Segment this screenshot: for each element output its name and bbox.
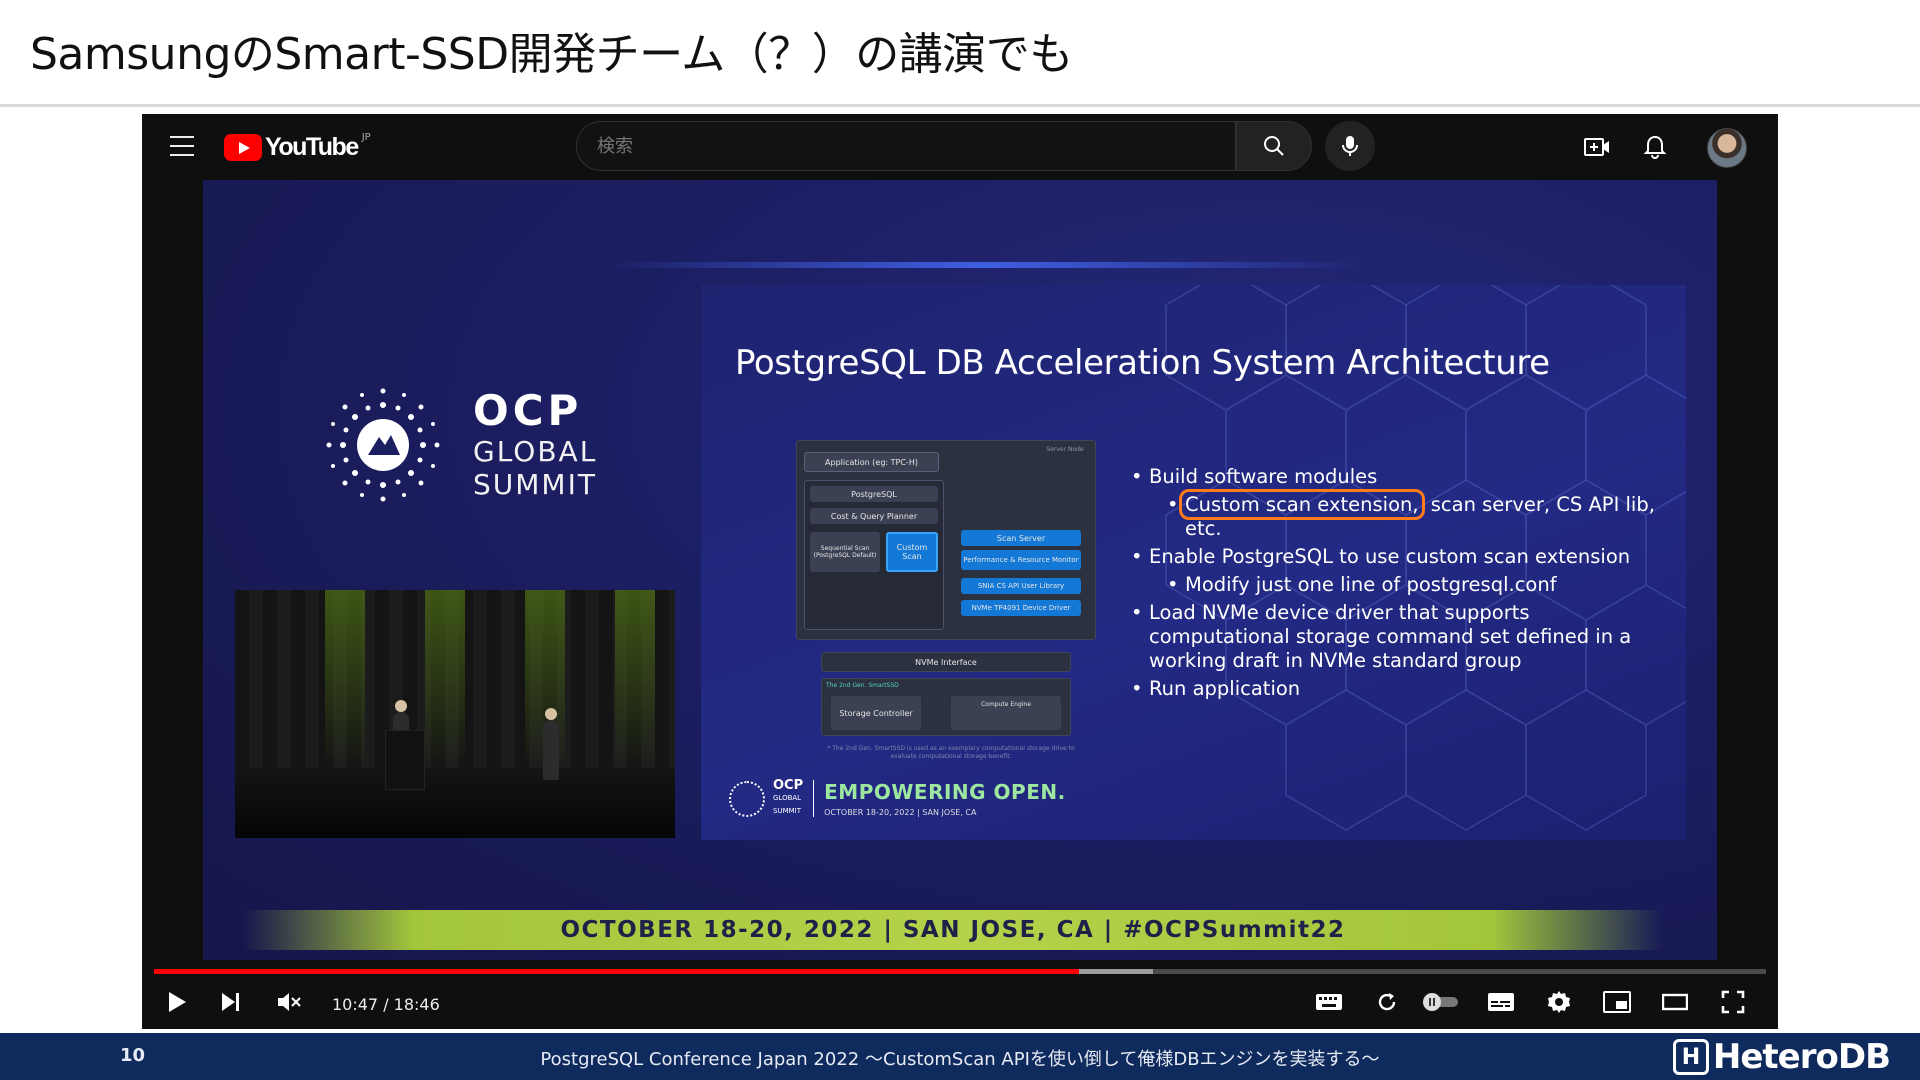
ocp-summit-wordmark: OCP GLOBAL SUMMIT xyxy=(473,386,597,501)
video-player[interactable]: OCP GLOBAL SUMMIT PostgreSQL DB Accelera… xyxy=(203,180,1717,960)
settings-button[interactable] xyxy=(1542,986,1576,1018)
mute-button[interactable] xyxy=(272,986,306,1018)
youtube-play-logo-icon xyxy=(224,133,262,161)
progress-bar[interactable] xyxy=(154,969,1766,974)
planner-box: Cost & Query Planner xyxy=(810,508,938,524)
compute-engine-box: Compute Engine xyxy=(951,696,1061,730)
snia-lib-box: SNIA CS API User Library xyxy=(961,578,1081,594)
ocp-brand: OCP xyxy=(473,386,583,435)
summit-banner-text: OCTOBER 18-20, 2022 | SAN JOSE, CA | #OC… xyxy=(560,917,1346,943)
custom-scan-box: Custom Scan xyxy=(886,532,938,572)
nvme-driver-box: NVMe TP4091 Device Driver xyxy=(961,600,1081,616)
slide-title: SamsungのSmart-SSD開発チーム（？）の講演でも xyxy=(30,29,1073,80)
play-button[interactable] xyxy=(160,986,194,1018)
scan-server-box: Scan Server xyxy=(961,530,1081,546)
heterodb-logo: H HeteroDB xyxy=(1672,1037,1891,1077)
perf-monitor-box: Performance & Resource Monitor xyxy=(961,550,1081,570)
footer-date: OCTOBER 18-20, 2022 | SAN JOSE, CA xyxy=(824,808,977,817)
create-video-icon[interactable] xyxy=(1582,132,1612,162)
architecture-title: PostgreSQL DB Acceleration System Archit… xyxy=(735,343,1550,383)
server-node-label: Server Node xyxy=(1046,445,1084,453)
bell-icon[interactable] xyxy=(1640,132,1670,162)
voice-search-button[interactable] xyxy=(1325,121,1375,171)
ocp-mini-globe-icon xyxy=(729,780,765,817)
ocp-mini-summit: SUMMIT xyxy=(773,807,801,815)
autoplay-toggle[interactable] xyxy=(1418,986,1464,1018)
summit-banner: OCTOBER 18-20, 2022 | SAN JOSE, CA | #OC… xyxy=(243,910,1663,950)
nvme-interface-box: NVMe Interface xyxy=(821,652,1071,672)
theater-button[interactable] xyxy=(1658,986,1692,1018)
seq-scan-box: Sequential Scan (PostgreSQL Default) xyxy=(810,532,880,572)
youtube-logo[interactable]: YouTube JP xyxy=(224,132,371,162)
search-icon xyxy=(1264,136,1284,156)
ocp-mini-brand: OCP xyxy=(773,778,804,793)
bullet-run-app: Run application xyxy=(1131,677,1671,701)
postgresql-box: PostgreSQL xyxy=(810,486,938,502)
brand-name: HeteroDB xyxy=(1712,1037,1891,1077)
region-code: JP xyxy=(361,131,371,143)
diagram-footnote: * The 2nd Gen. SmartSSD is used as an ex… xyxy=(827,745,1075,760)
miniplayer-button[interactable] xyxy=(1600,986,1634,1018)
smartssd-label: The 2nd Gen. SmartSSD xyxy=(826,681,899,689)
ocp-mini-wordmark: OCP GLOBAL SUMMIT xyxy=(773,778,815,817)
search-input[interactable] xyxy=(577,122,1235,170)
ocp-global: GLOBAL xyxy=(473,435,598,468)
youtube-logo-text: YouTube xyxy=(265,132,359,161)
empowering-open: EMPOWERING OPEN. xyxy=(824,780,1066,804)
title-divider xyxy=(0,104,1920,107)
mic-icon xyxy=(1342,136,1358,156)
bullet-list: Build software modules Custom scan exten… xyxy=(1131,465,1671,705)
ocp-mini-global: GLOBAL xyxy=(773,794,802,802)
bullet-enable-postgresql: Enable PostgreSQL to use custom scan ext… xyxy=(1131,545,1671,569)
search-box xyxy=(576,121,1236,171)
bullet-modify-conf: Modify just one line of postgresql.conf xyxy=(1131,573,1671,597)
captions-button[interactable] xyxy=(1484,986,1518,1018)
ocp-footer-logo: OCP GLOBAL SUMMIT EMPOWERING OPEN. OCTOBER… xyxy=(729,778,1066,817)
storage-controller-box: Storage Controller xyxy=(831,696,921,730)
slide-footer-bar: 10 PostgreSQL Conference Japan 2022 ～Cus… xyxy=(0,1033,1920,1080)
bullet-load-nvme: Load NVMe device driver that supports co… xyxy=(1131,601,1671,673)
next-button[interactable] xyxy=(214,986,248,1018)
bullet-build-modules: Build software modules xyxy=(1131,465,1671,489)
search-button[interactable] xyxy=(1236,121,1312,171)
loop-icon[interactable] xyxy=(1370,986,1404,1018)
fullscreen-button[interactable] xyxy=(1716,986,1750,1018)
speaker-stage-video xyxy=(235,590,675,838)
youtube-header: YouTube JP xyxy=(142,114,1778,180)
player-controls: 10:47 / 18:46 xyxy=(142,976,1778,1029)
keyboard-icon[interactable] xyxy=(1312,986,1346,1018)
application-box: Application (eg: TPC-H) xyxy=(804,452,939,472)
architecture-diagram: Server Node Application (eg: TPC-H) Post… xyxy=(796,440,1096,770)
heterodb-mark-icon: H xyxy=(1672,1039,1709,1075)
decorative-glow xyxy=(603,262,1363,268)
progress-played xyxy=(154,969,1080,974)
ocp-summit: SUMMIT xyxy=(473,468,597,501)
avatar[interactable] xyxy=(1707,128,1747,168)
youtube-window: YouTube JP 検索 OCP GLOBAL SUMMIT PostgreS… xyxy=(142,114,1778,1029)
footer-caption: PostgreSQL Conference Japan 2022 ～Custom… xyxy=(540,1049,1380,1070)
conference-slide: PostgreSQL DB Acceleration System Archit… xyxy=(701,285,1686,840)
menu-icon[interactable] xyxy=(170,136,194,158)
bullet-custom-scan: Custom scan extension, scan server, CS A… xyxy=(1131,489,1671,541)
time-display: 10:47 / 18:46 xyxy=(332,995,440,1014)
highlighted-custom-scan: Custom scan extension, xyxy=(1179,489,1425,520)
